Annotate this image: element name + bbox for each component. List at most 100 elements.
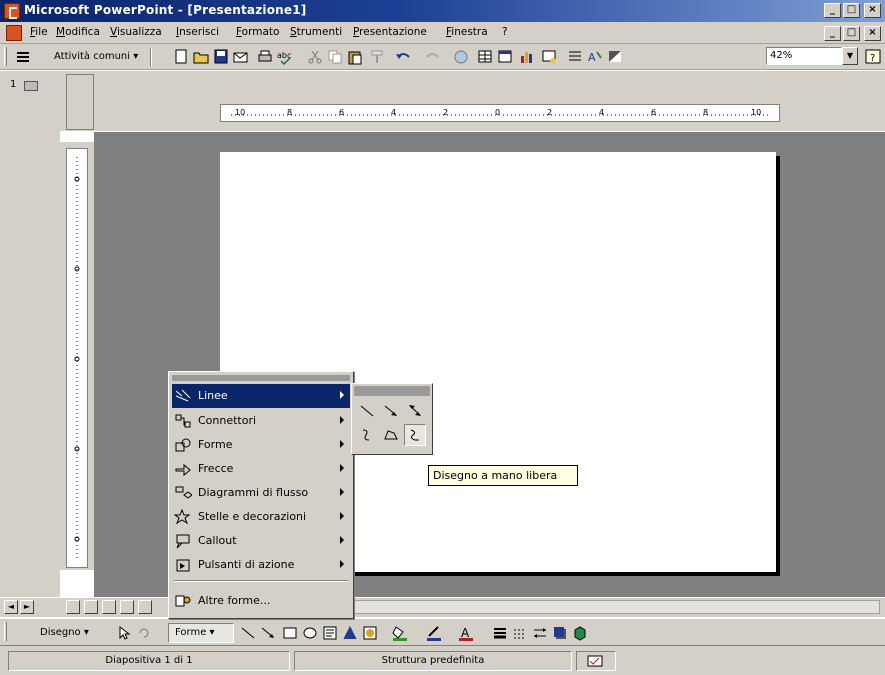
common-tasks-dropdown[interactable]: Attività comuni ▾ — [54, 51, 138, 62]
scribble-tool-icon[interactable] — [404, 424, 426, 446]
powerpoint-app-icon[interactable] — [4, 3, 20, 19]
spelling-icon[interactable]: abc — [276, 48, 294, 66]
menu-item-pulsanti[interactable]: Pulsanti di azione — [172, 553, 350, 577]
close-button[interactable]: × — [864, 3, 881, 18]
double-arrow-tool-icon[interactable] — [404, 400, 426, 422]
outline-view-icon[interactable] — [84, 600, 98, 614]
line-style-icon[interactable] — [492, 625, 508, 641]
grayscale-icon[interactable] — [606, 48, 624, 65]
svg-text:A: A — [588, 51, 596, 64]
menu-inserisci[interactable]: Inserisci — [176, 26, 219, 38]
curve-tool-icon[interactable] — [356, 424, 378, 446]
submenu-arrow-icon — [340, 512, 344, 520]
select-objects-icon[interactable] — [116, 625, 132, 641]
lines-submenu-grip[interactable] — [354, 386, 430, 396]
insert-table-icon[interactable] — [496, 48, 514, 65]
doc-restore-button[interactable]: □ — [843, 26, 860, 41]
clip-art-icon[interactable] — [362, 625, 378, 641]
rectangle-icon[interactable] — [282, 625, 298, 641]
menu-item-stelle[interactable]: Stelle e decorazioni — [172, 505, 350, 529]
menu-modifica[interactable]: Modifica — [56, 26, 100, 38]
horizontal-scrollbar[interactable] — [354, 600, 880, 614]
line-icon[interactable] — [240, 625, 256, 641]
print-icon[interactable] — [256, 48, 274, 65]
fill-color-icon[interactable] — [392, 625, 408, 641]
doc-close-button[interactable]: × — [864, 26, 881, 41]
dash-style-icon[interactable] — [512, 625, 528, 641]
new-icon[interactable] — [172, 48, 190, 65]
freeform-tool-icon[interactable] — [380, 424, 402, 446]
menu-item-forme[interactable]: Forme — [172, 433, 350, 457]
free-rotate-icon[interactable] — [136, 625, 152, 641]
draw-menu-button[interactable]: Disegno ▾ — [40, 627, 89, 638]
open-icon[interactable] — [192, 48, 210, 65]
font-color-icon[interactable]: A — [458, 625, 474, 641]
menu-strumenti[interactable]: Strumenti — [290, 26, 342, 38]
outline-pane[interactable]: 1 — [0, 71, 60, 597]
ruler-tick: 6 — [339, 108, 345, 117]
line-tool-icon[interactable] — [356, 400, 378, 422]
show-formatting-icon[interactable]: A — [586, 48, 604, 65]
redo-icon[interactable] — [424, 48, 442, 65]
toolbar-options-icon[interactable] — [14, 48, 32, 65]
menu-presentazione[interactable]: Presentazione — [353, 26, 427, 38]
slide-view-icon[interactable] — [102, 600, 116, 614]
tables-borders-icon[interactable] — [476, 48, 494, 65]
menu-finestra[interactable]: Finestra — [446, 26, 488, 38]
spelling-status-icon[interactable] — [576, 651, 616, 671]
menu-item-altre-forme[interactable]: Altre forme... — [172, 589, 350, 613]
shapes-icon — [174, 437, 192, 453]
more-shapes-icon — [174, 593, 192, 609]
text-box-icon[interactable] — [322, 625, 338, 641]
line-color-icon[interactable] — [426, 625, 442, 641]
menu-help[interactable]: ? — [502, 26, 508, 38]
document-icon[interactable] — [6, 25, 22, 41]
cut-icon[interactable] — [306, 48, 324, 65]
oval-icon[interactable] — [302, 625, 318, 641]
undo-icon[interactable] — [394, 48, 412, 65]
slide-thumbnail-icon[interactable] — [24, 81, 38, 91]
save-icon[interactable] — [212, 48, 230, 65]
scroll-right-button[interactable]: ► — [20, 600, 34, 614]
doc-minimize-button[interactable]: _ — [824, 26, 841, 41]
ruler-tick: 8 — [703, 108, 709, 117]
zoom-dropdown-button[interactable]: ▼ — [842, 47, 858, 65]
drawbar-grip[interactable] — [4, 622, 7, 641]
menu-formato[interactable]: Formato — [236, 26, 279, 38]
menu-item-frecce[interactable]: Frecce — [172, 457, 350, 481]
copy-icon[interactable] — [326, 48, 344, 65]
menu-item-linee[interactable]: Linee — [172, 384, 350, 408]
submenu-arrow-icon — [340, 488, 344, 496]
zoom-input[interactable]: 42% — [766, 47, 842, 65]
arrow-icon[interactable] — [260, 625, 276, 641]
menu-file[interactable]: File — [30, 26, 48, 38]
restore-button[interactable]: □ — [843, 3, 860, 18]
menu-item-diagrammi[interactable]: Diagrammi di flusso — [172, 481, 350, 505]
slideshow-view-icon[interactable] — [138, 600, 152, 614]
arrow-style-icon[interactable] — [532, 625, 548, 641]
menu-visualizza[interactable]: Visualizza — [110, 26, 162, 38]
normal-view-icon[interactable] — [66, 600, 80, 614]
help-icon[interactable]: ? — [864, 48, 882, 65]
menu-item-callout[interactable]: Callout — [172, 529, 350, 553]
new-slide-icon[interactable] — [540, 48, 558, 65]
paste-icon[interactable] — [346, 48, 364, 65]
wordart-icon[interactable] — [342, 625, 358, 641]
hyperlink-icon[interactable] — [452, 48, 470, 65]
autoshapes-button[interactable]: Forme ▾ — [168, 623, 234, 643]
slide-sorter-view-icon[interactable] — [120, 600, 134, 614]
autoshapes-menu-grip[interactable] — [172, 375, 350, 381]
expand-all-icon[interactable] — [566, 48, 584, 65]
toolbar-grip[interactable] — [4, 47, 7, 66]
scroll-left-button[interactable]: ◄ — [4, 600, 18, 614]
minimize-button[interactable]: _ — [824, 3, 841, 18]
arrow-tool-icon[interactable] — [380, 400, 402, 422]
email-icon[interactable] — [232, 48, 250, 65]
insert-chart-icon[interactable] — [518, 48, 536, 65]
horizontal-ruler[interactable]: 10 8 6 4 2 0 2 4 6 8 10 — [220, 104, 780, 122]
vertical-ruler[interactable] — [66, 148, 88, 568]
shadow-icon[interactable] — [552, 625, 568, 641]
format-painter-icon[interactable] — [368, 48, 386, 65]
menu-item-connettori[interactable]: Connettori — [172, 409, 350, 433]
3d-icon[interactable] — [572, 625, 588, 641]
